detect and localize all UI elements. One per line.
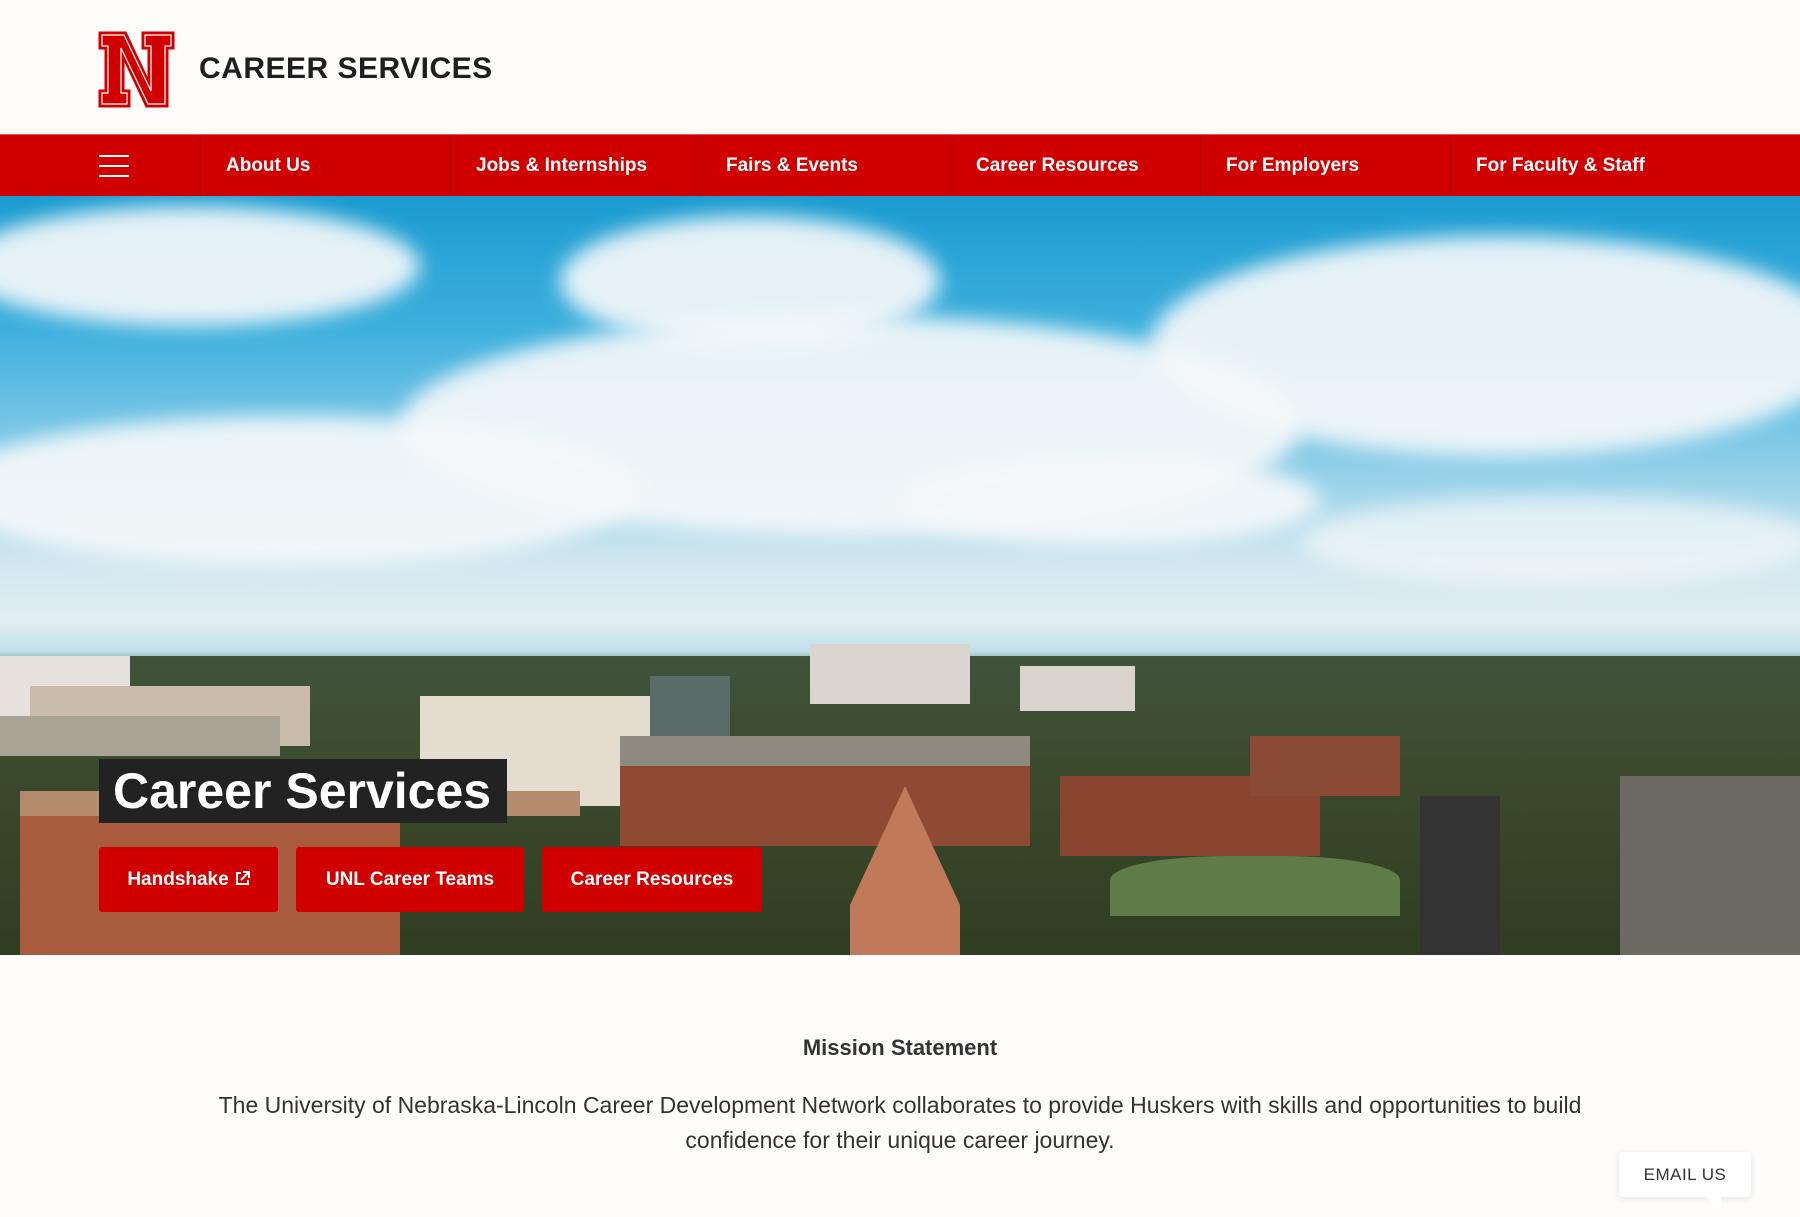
nebraska-n-logo[interactable] (98, 31, 175, 108)
nav-jobs-internships[interactable]: Jobs & Internships (450, 135, 700, 196)
mission-heading: Mission Statement (802, 1035, 998, 1060)
email-us-button[interactable]: EMAIL US (1619, 1152, 1751, 1212)
nav-career-resources[interactable]: Career Resources (950, 135, 1200, 196)
email-us-label: EMAIL US (1643, 1165, 1727, 1184)
mission-text: The University of Nebraska-Lincoln Caree… (218, 1092, 1582, 1153)
menu-button[interactable] (0, 135, 200, 196)
mission-section: Mission Statement The University of Nebr… (0, 1030, 1800, 1158)
hamburger-icon-line (99, 165, 129, 167)
handshake-button[interactable]: Handshake (99, 847, 278, 912)
main-nav: About Us Jobs & Internships Fairs & Even… (0, 134, 1800, 196)
nav-fairs-events[interactable]: Fairs & Events (700, 135, 950, 196)
site-header: CAREER SERVICES (0, 0, 1800, 134)
external-link-icon (235, 871, 250, 885)
hero-title: Career Services (99, 759, 508, 823)
hero-banner: Career Services Handshake UNL Career Tea… (0, 196, 1800, 955)
hamburger-icon (99, 155, 129, 157)
career-resources-button[interactable]: Career Resources (542, 847, 762, 912)
site-title[interactable]: CAREER SERVICES (199, 50, 493, 88)
hamburger-icon-line (99, 175, 129, 177)
unl-career-teams-button[interactable]: UNL Career Teams (296, 847, 524, 912)
handshake-button-label: Handshake (127, 869, 229, 890)
speech-bubble-tail (1705, 1196, 1721, 1212)
nav-for-faculty-staff[interactable]: For Faculty & Staff (1450, 135, 1800, 196)
nav-about-us[interactable]: About Us (200, 135, 450, 196)
nav-for-employers[interactable]: For Employers (1200, 135, 1450, 196)
